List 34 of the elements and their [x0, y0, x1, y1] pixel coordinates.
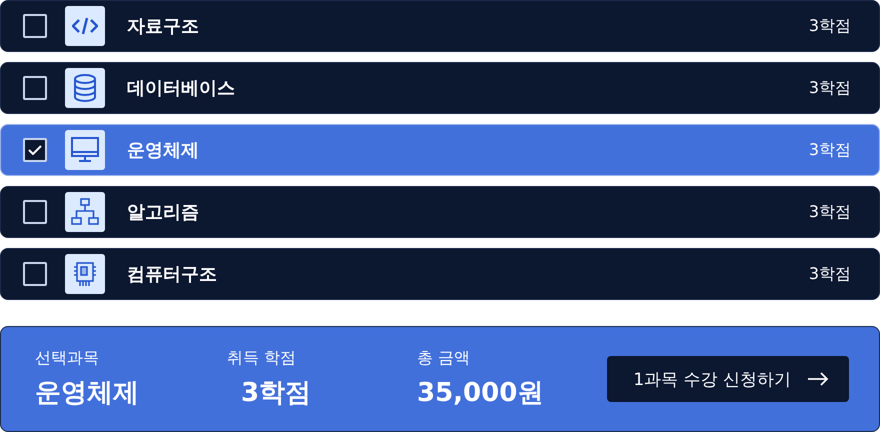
- course-name: 컴퓨터구조: [127, 263, 218, 286]
- course-credits: 3학점: [808, 140, 851, 160]
- checkbox[interactable]: [23, 262, 47, 286]
- course-row[interactable]: 자료구조 3학점: [0, 0, 880, 52]
- course-name: 알고리즘: [127, 201, 200, 224]
- checkbox[interactable]: [23, 14, 47, 38]
- course-credits: 3학점: [808, 78, 851, 98]
- monitor-icon: [71, 137, 99, 163]
- stat-label: 취득 학점: [227, 348, 298, 369]
- course-row[interactable]: 컴퓨터구조 3학점: [0, 248, 880, 300]
- stat-value: 3학점: [240, 377, 312, 410]
- course-name: 운영체제: [127, 139, 200, 162]
- course-row[interactable]: 데이터베이스 3학점: [0, 62, 880, 114]
- stat-label: 총 금액: [417, 348, 472, 369]
- chip-icon: [73, 260, 97, 288]
- stat-value: 운영체제: [35, 377, 140, 410]
- checkbox[interactable]: [23, 138, 47, 162]
- stat-label: 선택과목: [35, 348, 100, 369]
- checkbox[interactable]: [23, 200, 47, 224]
- checkbox[interactable]: [23, 76, 47, 100]
- course-name: 자료구조: [127, 15, 200, 38]
- database-icon: [73, 74, 97, 102]
- course-credits: 3학점: [808, 16, 851, 36]
- register-button[interactable]: 1과목 수강 신청하기: [607, 356, 849, 402]
- hierarchy-icon: [71, 198, 99, 226]
- course-name: 데이터베이스: [127, 77, 236, 100]
- arrow-icon: [807, 372, 829, 386]
- stat-value: 35,000원: [417, 377, 544, 410]
- check-icon: [28, 145, 42, 155]
- course-credits: 3학점: [808, 264, 851, 284]
- code-icon: [72, 17, 98, 35]
- course-row[interactable]: 운영체제 3학점: [0, 124, 880, 176]
- course-credits: 3학점: [808, 202, 851, 222]
- course-row[interactable]: 알고리즘 3학점: [0, 186, 880, 238]
